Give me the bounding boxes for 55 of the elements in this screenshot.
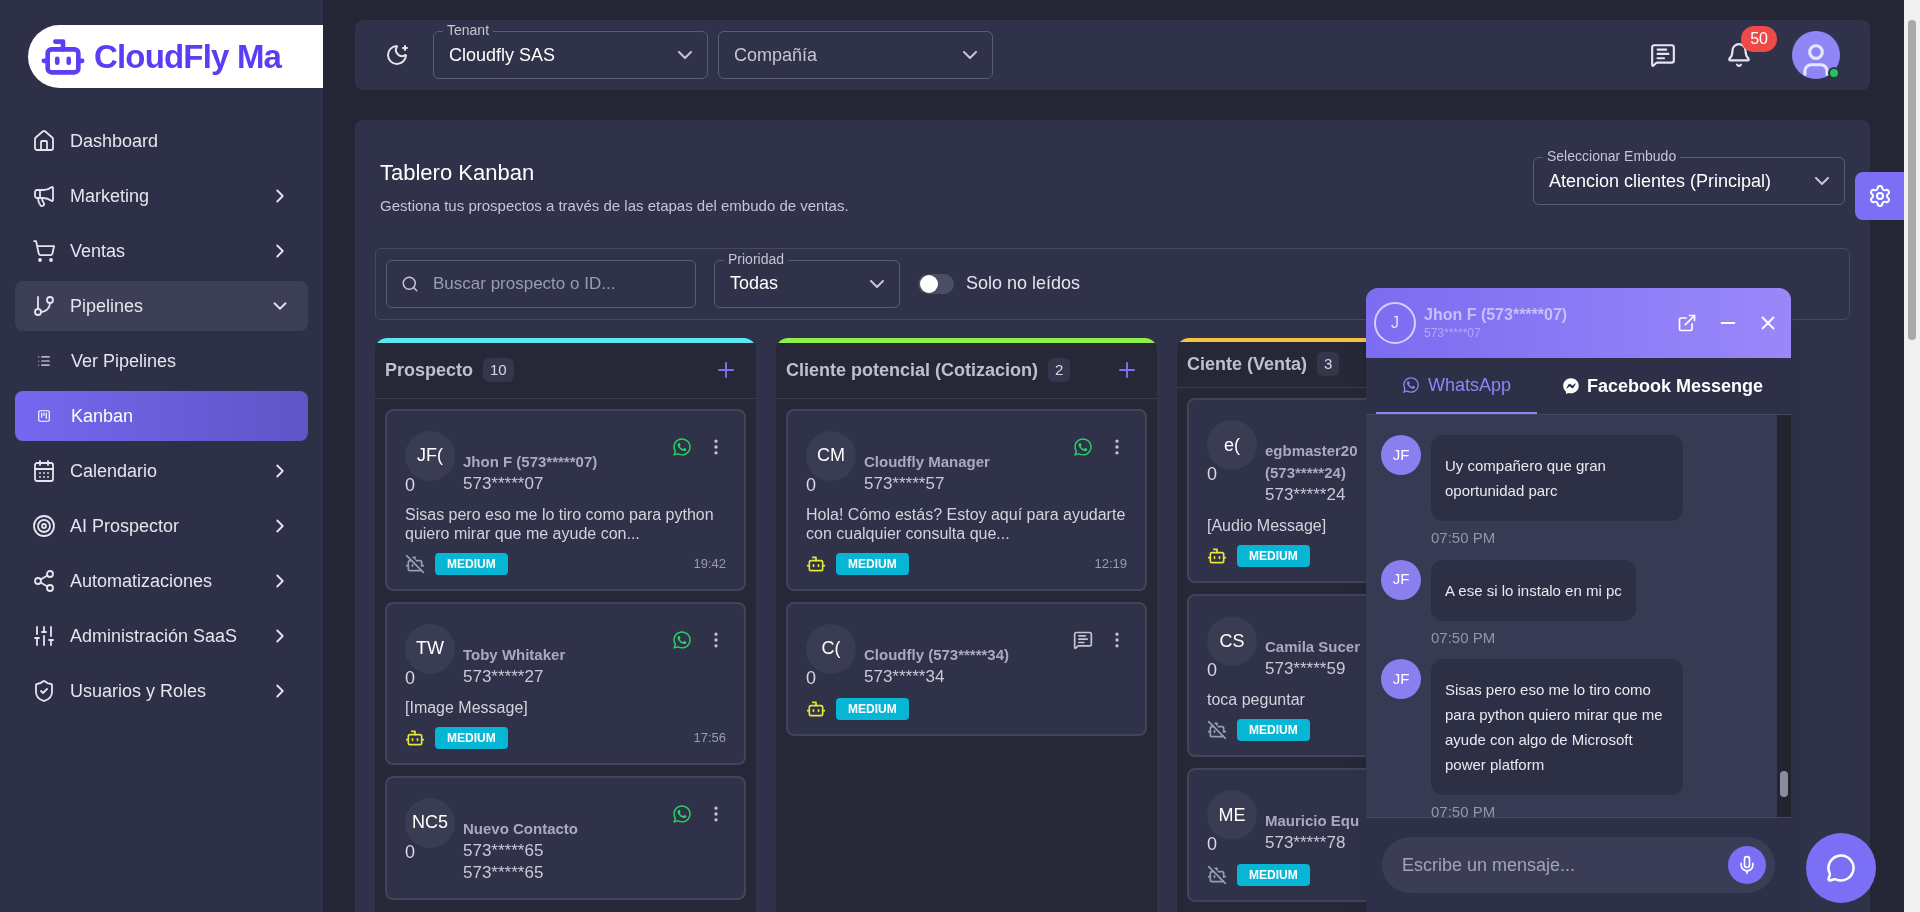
message-preview: Hola! Cómo estás? Estoy aquí para ayudarte con cualquier consulta que...	[806, 504, 1127, 543]
page-title: Tablero Kanban	[380, 159, 536, 187]
lead-phone: 573*****59	[1265, 658, 1347, 680]
lead-phone: 573*****65	[463, 861, 545, 884]
sender-avatar: JF	[1381, 659, 1421, 699]
lead-time: 12:19	[1094, 554, 1127, 573]
lead-phone: 573*****27	[463, 665, 545, 688]
lead-phone: 573*****78	[1265, 832, 1347, 854]
notification-badge: 50	[1741, 26, 1777, 52]
column-count: 3	[1317, 352, 1340, 377]
column-title: Prospecto	[385, 358, 474, 382]
lead-name: Camila Sucer	[1265, 637, 1361, 657]
contact-name: Jhon F (573*****07)	[1424, 305, 1569, 325]
priority-tag: MEDIUM	[1237, 545, 1310, 567]
lead-phone: 573*****24	[1265, 484, 1347, 506]
message-preview: [Image Message]	[405, 697, 528, 717]
toggle-label: Solo no leídos	[966, 272, 1081, 295]
message-time: 07:50 PM	[1431, 802, 1497, 822]
lead-name: Nuevo Contacto	[463, 818, 578, 839]
lead-name: Toby Whitaker	[463, 644, 566, 665]
priority-tag: MEDIUM	[836, 697, 909, 720]
lead-time: 17:56	[693, 728, 726, 747]
column-count: 2	[1048, 358, 1071, 382]
column-title: Ciente (Venta)	[1187, 352, 1308, 376]
message-preview: toca peguntar	[1207, 690, 1305, 709]
lead-phone: 573*****57	[864, 472, 946, 495]
logo-text: CloudFly Ma	[94, 36, 282, 77]
priority-tag: MEDIUM	[1237, 864, 1310, 886]
message-bubble: Uy compañero que gran oportunidad parc	[1431, 435, 1683, 521]
priority-tag: MEDIUM	[836, 552, 909, 575]
message-time: 07:50 PM	[1431, 627, 1497, 648]
lead-phone: 573*****34	[864, 665, 946, 688]
lead-name: Mauricio Equ	[1265, 811, 1360, 831]
message-time: 07:50 PM	[1431, 528, 1497, 548]
message-preview: Sisas pero eso me lo tiro como para python quiero mirar que me ayude con...	[405, 504, 715, 543]
sender-avatar: JF	[1381, 435, 1421, 475]
lead-name: egbmaster20 (573*****24)	[1265, 441, 1359, 483]
lead-name: Jhon F (573*****07)	[463, 451, 598, 472]
lead-name: Cloudfly (573*****34)	[864, 644, 1010, 665]
lead-time: 19:42	[693, 554, 726, 573]
page-subtitle: Gestiona tus prospectos a través de las etapas del embudo de ventas.	[380, 196, 849, 216]
lead-phone: 573*****07	[463, 472, 545, 495]
contact-avatar: J	[1374, 302, 1416, 344]
lead-phone: 573*****65	[463, 839, 545, 862]
contact-phone: 573*****07	[1424, 325, 1482, 341]
message-bubble: A ese si lo instalo en mi pc	[1431, 559, 1636, 621]
message-preview: [Audio Message]	[1207, 516, 1327, 535]
priority-tag: MEDIUM	[1237, 719, 1310, 741]
column-count: 10	[483, 358, 514, 382]
message-bubble: Sisas pero eso me lo tiro como para python quiero mirar que me ayude con algo de Microsoft power platform	[1431, 659, 1683, 795]
column-title: Cliente potencial (Cotizacion)	[786, 358, 1039, 382]
lead-name: Cloudfly Manager	[864, 451, 990, 472]
priority-tag: MEDIUM	[435, 552, 508, 575]
priority-tag: MEDIUM	[435, 726, 508, 749]
sender-avatar: JF	[1381, 559, 1421, 600]
